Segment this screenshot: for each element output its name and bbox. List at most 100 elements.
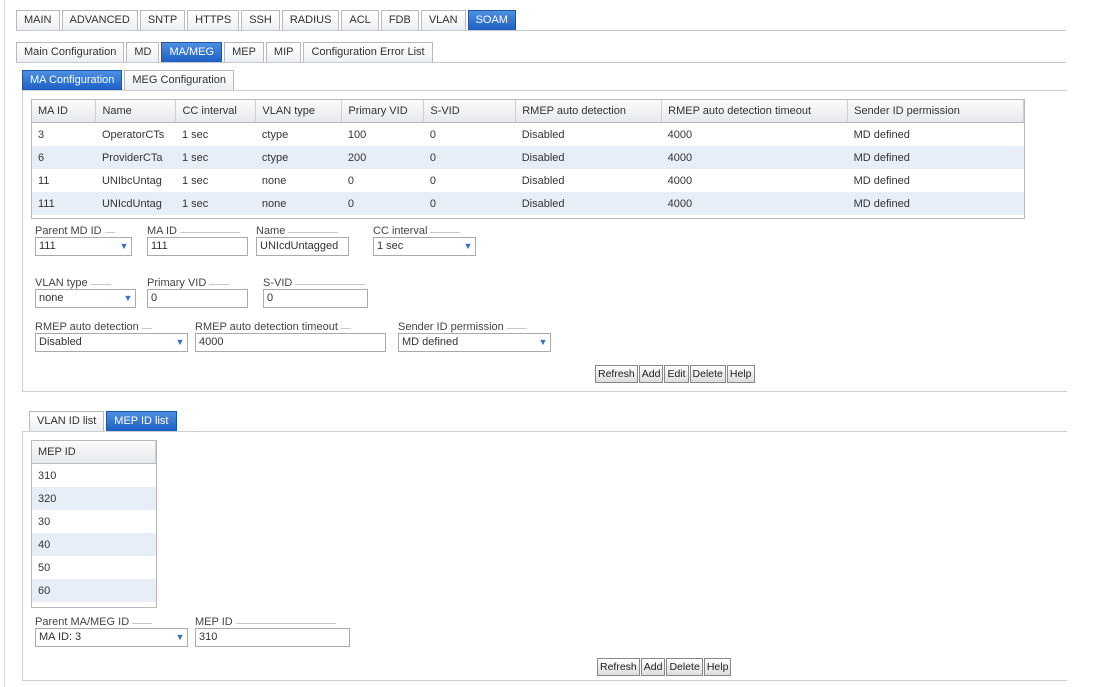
parent-ma-select[interactable]: MA ID: 3 ▼ bbox=[35, 628, 188, 647]
table-row[interactable]: 11 UNIbcUntag 1 sec none 0 0 Disabled 40… bbox=[32, 169, 1024, 192]
table-row[interactable]: 6 ProviderCTa 1 sec ctype 200 0 Disabled… bbox=[32, 146, 1024, 169]
sender-id-label: Sender ID permission bbox=[398, 321, 527, 333]
cell-name: ProviderCTa bbox=[95, 146, 176, 169]
tab-https[interactable]: HTTPS bbox=[187, 10, 240, 30]
cell-s-vid: 0 bbox=[423, 192, 516, 215]
s-vid-label: S-VID bbox=[263, 277, 367, 289]
primary-vid-input[interactable]: 0 bbox=[147, 289, 248, 308]
tab-mep[interactable]: MEP bbox=[224, 42, 264, 62]
tab-meg-configuration[interactable]: MEG Configuration bbox=[124, 70, 234, 90]
ma-configuration-panel: MA ID Name CC interval VLAN type Primary… bbox=[22, 90, 1067, 392]
rmep-timeout-input[interactable]: 4000 bbox=[195, 333, 386, 352]
cell-primary-vid: 0 bbox=[347, 174, 354, 187]
cell-rmep-auto: Disabled bbox=[515, 146, 662, 169]
col-primary-vid[interactable]: Primary VID bbox=[341, 100, 425, 123]
left-border bbox=[4, 0, 5, 687]
cc-interval-select[interactable]: 1 sec ▼ bbox=[373, 237, 476, 256]
mep-id-cell: 30 bbox=[38, 515, 51, 528]
tab-soam[interactable]: SOAM bbox=[467, 10, 516, 30]
parent-md-id-field: Parent MD ID 111 ▼ bbox=[35, 225, 145, 257]
mep-id-cell: 60 bbox=[32, 579, 156, 602]
refresh-button[interactable]: Refresh bbox=[597, 658, 640, 676]
mep-id-input[interactable]: 310 bbox=[195, 628, 350, 647]
mep-id-cell: 320 bbox=[32, 487, 156, 510]
delete-button[interactable]: Delete bbox=[666, 658, 703, 676]
name-input[interactable]: UNIcdUntagged bbox=[256, 237, 349, 256]
cc-interval-label: CC interval bbox=[373, 225, 462, 237]
list-item[interactable]: 30 bbox=[32, 510, 156, 533]
tab-main[interactable]: MAIN bbox=[16, 10, 60, 30]
mep-id-cell: 40 bbox=[32, 533, 156, 556]
cell-rmep-timeout: 4000 bbox=[661, 146, 848, 169]
rmep-auto-detection-select[interactable]: Disabled ▼ bbox=[35, 333, 188, 352]
chevron-down-icon[interactable]: ▼ bbox=[121, 290, 135, 307]
help-button[interactable]: Help bbox=[726, 365, 755, 383]
tab-main-configuration[interactable]: Main Configuration bbox=[16, 42, 125, 62]
tab-configuration-error-list[interactable]: Configuration Error List bbox=[303, 42, 433, 62]
tab-sntp[interactable]: SNTP bbox=[139, 10, 186, 30]
edit-button[interactable]: Edit bbox=[664, 365, 689, 383]
mameg-tab-bar: MA Configuration MEG Configuration bbox=[22, 70, 236, 90]
col-rmep-auto-detection[interactable]: RMEP auto detection bbox=[515, 100, 663, 123]
chevron-down-icon[interactable]: ▼ bbox=[173, 334, 187, 351]
cell-vlan-type: ctype bbox=[261, 128, 289, 141]
chevron-down-icon[interactable]: ▼ bbox=[461, 238, 475, 255]
list-item[interactable]: 40 bbox=[32, 533, 156, 556]
ma-table-container: MA ID Name CC interval VLAN type Primary… bbox=[31, 99, 1025, 219]
tab-ma-configuration[interactable]: MA Configuration bbox=[22, 70, 123, 90]
cell-ma-id: 11 bbox=[38, 174, 50, 187]
list-item[interactable]: 50 bbox=[32, 556, 156, 579]
tab-mep-id-list[interactable]: MEP ID list bbox=[106, 411, 177, 431]
refresh-button[interactable]: Refresh bbox=[595, 365, 638, 383]
rmep-auto-detection-label: RMEP auto detection bbox=[35, 321, 152, 333]
tab-md[interactable]: MD bbox=[126, 42, 160, 62]
delete-button[interactable]: Delete bbox=[689, 365, 726, 383]
chevron-down-icon[interactable]: ▼ bbox=[117, 238, 131, 255]
cell-sender-id: MD defined bbox=[853, 128, 910, 141]
list-item[interactable]: 60 bbox=[32, 579, 156, 602]
col-rmep-timeout[interactable]: RMEP auto detection timeout bbox=[661, 100, 849, 123]
sender-id-select[interactable]: MD defined ▼ bbox=[398, 333, 551, 352]
tab-vlan-id-list[interactable]: VLAN ID list bbox=[29, 411, 105, 431]
tab-ma-meg[interactable]: MA/MEG bbox=[161, 42, 223, 62]
add-button[interactable]: Add bbox=[638, 365, 664, 383]
col-sender-id[interactable]: Sender ID permission bbox=[847, 100, 1024, 123]
list-item[interactable]: 310 bbox=[32, 464, 156, 488]
ma-id-input[interactable]: 111 bbox=[147, 237, 248, 256]
rmep-timeout-label: RMEP auto detection timeout bbox=[195, 321, 351, 333]
parent-md-id-label: Parent MD ID bbox=[35, 225, 115, 237]
cell-rmep-timeout: 4000 bbox=[667, 128, 693, 141]
col-name[interactable]: Name bbox=[95, 100, 177, 123]
col-vlan-type[interactable]: VLAN type bbox=[255, 100, 343, 123]
col-cc-interval[interactable]: CC interval bbox=[175, 100, 257, 123]
tab-fdb[interactable]: FDB bbox=[380, 10, 419, 30]
name-field: Name UNIcdUntagged bbox=[256, 225, 366, 257]
s-vid-input[interactable]: 0 bbox=[263, 289, 368, 308]
chevron-down-icon[interactable]: ▼ bbox=[536, 334, 550, 351]
add-button[interactable]: Add bbox=[640, 658, 666, 676]
col-s-vid[interactable]: S-VID bbox=[423, 100, 517, 123]
tab-ssh[interactable]: SSH bbox=[241, 10, 280, 30]
chevron-down-icon[interactable]: ▼ bbox=[173, 629, 187, 646]
tab-advanced[interactable]: ADVANCED bbox=[61, 10, 138, 30]
parent-md-id-select[interactable]: 111 ▼ bbox=[35, 237, 132, 256]
cell-primary-vid: 0 bbox=[341, 192, 424, 215]
col-ma-id[interactable]: MA ID bbox=[32, 100, 97, 123]
list-item[interactable]: 320 bbox=[32, 487, 156, 510]
vlan-type-select[interactable]: none ▼ bbox=[35, 289, 136, 308]
cell-sender-id: MD defined bbox=[847, 192, 1024, 215]
tab-vlan[interactable]: VLAN bbox=[420, 10, 466, 30]
help-button[interactable]: Help bbox=[703, 658, 732, 676]
tab-radius[interactable]: RADIUS bbox=[281, 10, 340, 30]
rmep-timeout-field: RMEP auto detection timeout 4000 bbox=[195, 321, 395, 353]
tab-acl[interactable]: ACL bbox=[341, 10, 379, 30]
mep-button-bar: Refresh Add Delete Help bbox=[597, 658, 732, 676]
table-row[interactable]: 111 UNIcdUntag 1 sec none 0 0 Disabled 4… bbox=[32, 192, 1024, 215]
vlan-type-label: VLAN type bbox=[35, 277, 111, 289]
tab-mip[interactable]: MIP bbox=[265, 42, 302, 62]
col-mep-id[interactable]: MEP ID bbox=[32, 441, 156, 464]
parent-ma-value: MA ID: 3 bbox=[39, 631, 82, 643]
table-row[interactable]: 3 OperatorCTs 1 sec ctype 100 0 Disabled… bbox=[32, 123, 1024, 147]
vlan-type-field: VLAN type none ▼ bbox=[35, 277, 145, 309]
rmep-auto-detection-field: RMEP auto detection Disabled ▼ bbox=[35, 321, 205, 353]
